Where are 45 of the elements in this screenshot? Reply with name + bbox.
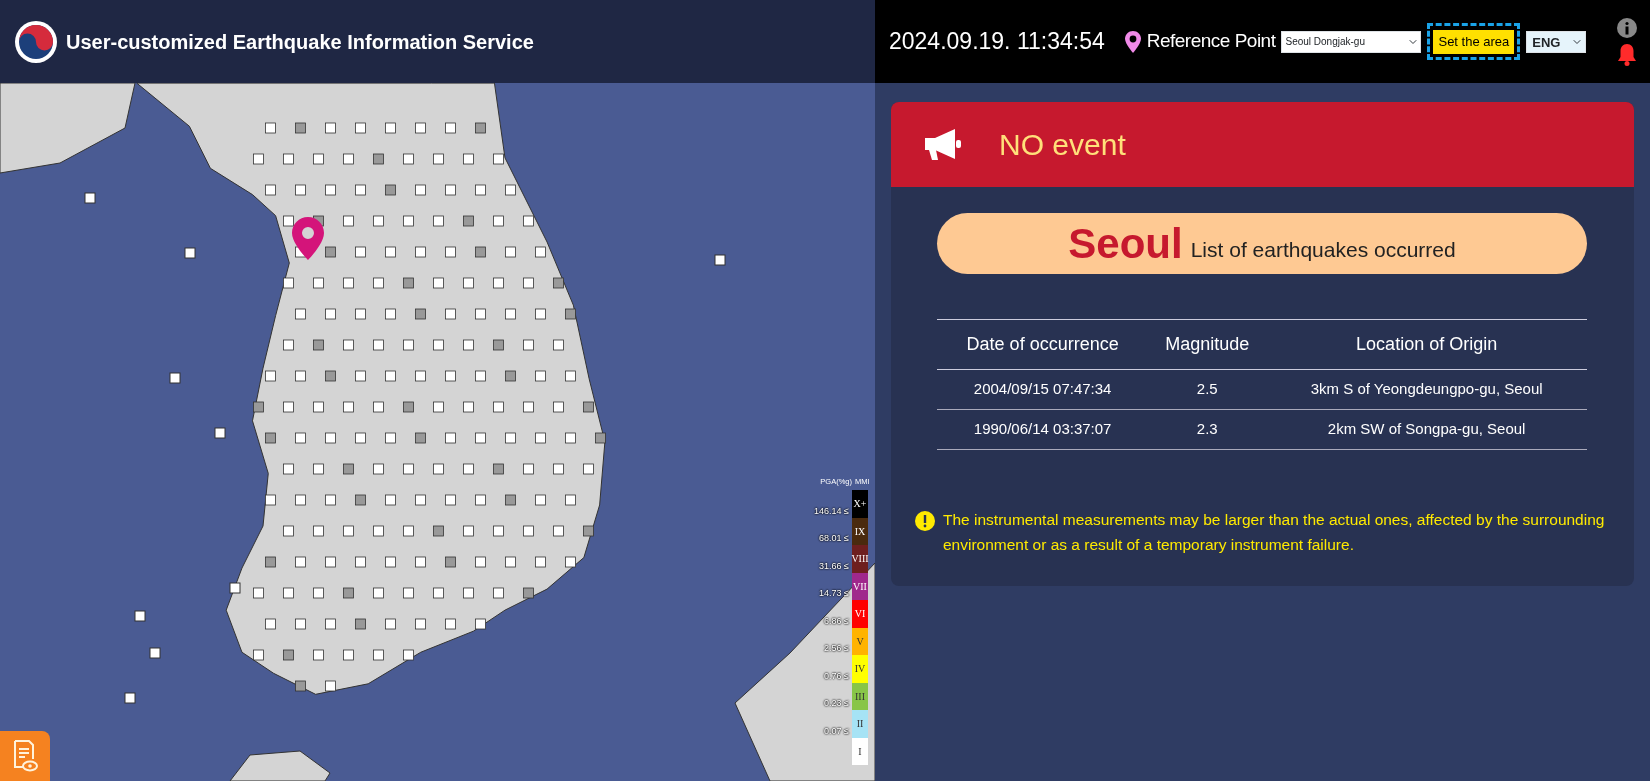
intensity-swatch: IV — [852, 655, 868, 683]
table-cell: 2km SW of Songpa-gu, Seoul — [1266, 409, 1587, 450]
column-header: Location of Origin — [1266, 319, 1587, 370]
language-select[interactable]: ENG — [1526, 30, 1587, 53]
table-cell: 2.5 — [1148, 369, 1267, 410]
column-header: Magnitude — [1148, 319, 1267, 370]
table-cell: 3km S of Yeongdeungpo-gu, Seoul — [1266, 369, 1587, 410]
pga-threshold: 0.07 ≤ — [822, 726, 850, 738]
intensity-swatch: X+ — [852, 490, 868, 518]
app-title: User-customized Earthquake Information Service — [66, 29, 534, 55]
pga-threshold: 6.86 ≤ — [822, 616, 850, 628]
intensity-swatch: III — [852, 682, 868, 710]
table-cell: 2004/09/15 07:47:34 — [937, 369, 1149, 410]
document-eye-icon — [12, 740, 38, 772]
info-icon[interactable] — [1617, 17, 1637, 38]
table-cell: 2.3 — [1148, 409, 1267, 450]
intensity-swatch: V — [852, 627, 868, 655]
pga-threshold: 146.14 ≤ — [813, 506, 850, 518]
warning-icon — [915, 511, 935, 531]
pga-threshold: 2.56 ≤ — [822, 644, 850, 655]
intensity-swatch: II — [852, 710, 868, 738]
intensity-swatch: VII — [852, 572, 868, 600]
set-area-button[interactable]: Set the area — [1433, 30, 1515, 54]
intensity-swatch: I — [852, 737, 868, 765]
reference-point-label: Reference Point — [1146, 29, 1276, 54]
event-status: NO event — [999, 127, 1126, 163]
region-name: Seoul — [1068, 222, 1183, 265]
emblem-logo — [14, 19, 58, 64]
table-cell: 1990/06/14 03:37:07 — [937, 409, 1149, 450]
intensity-swatch: VI — [852, 600, 868, 628]
notice-text: The instrumental measurements may be larger than the actual ones, affected by the surrounding environment or as a result of a temporary instrument failure. — [943, 510, 1606, 555]
pga-threshold: 0.76 ≤ — [822, 671, 850, 683]
reference-select[interactable]: Seoul Dongjak-gu — [1281, 30, 1422, 53]
list-title: List of earthquakes occurred — [1190, 236, 1456, 263]
pga-threshold: 31.66 ≤ — [818, 561, 850, 573]
pga-threshold: 14.73 ≤ — [818, 589, 850, 600]
megaphone-icon — [923, 127, 961, 162]
pga-threshold: 68.01 ≤ — [818, 534, 850, 545]
bell-icon[interactable] — [1616, 41, 1638, 66]
column-header: Date of occurrence — [937, 319, 1149, 370]
intensity-swatch: VIII — [852, 545, 868, 573]
current-datetime: 2024.09.19. 11:34:54 — [889, 27, 1105, 57]
pga-threshold: 0.23 ≤ — [822, 699, 850, 710]
intensity-swatch: IX — [852, 517, 868, 545]
location-pin-icon — [1124, 30, 1141, 53]
